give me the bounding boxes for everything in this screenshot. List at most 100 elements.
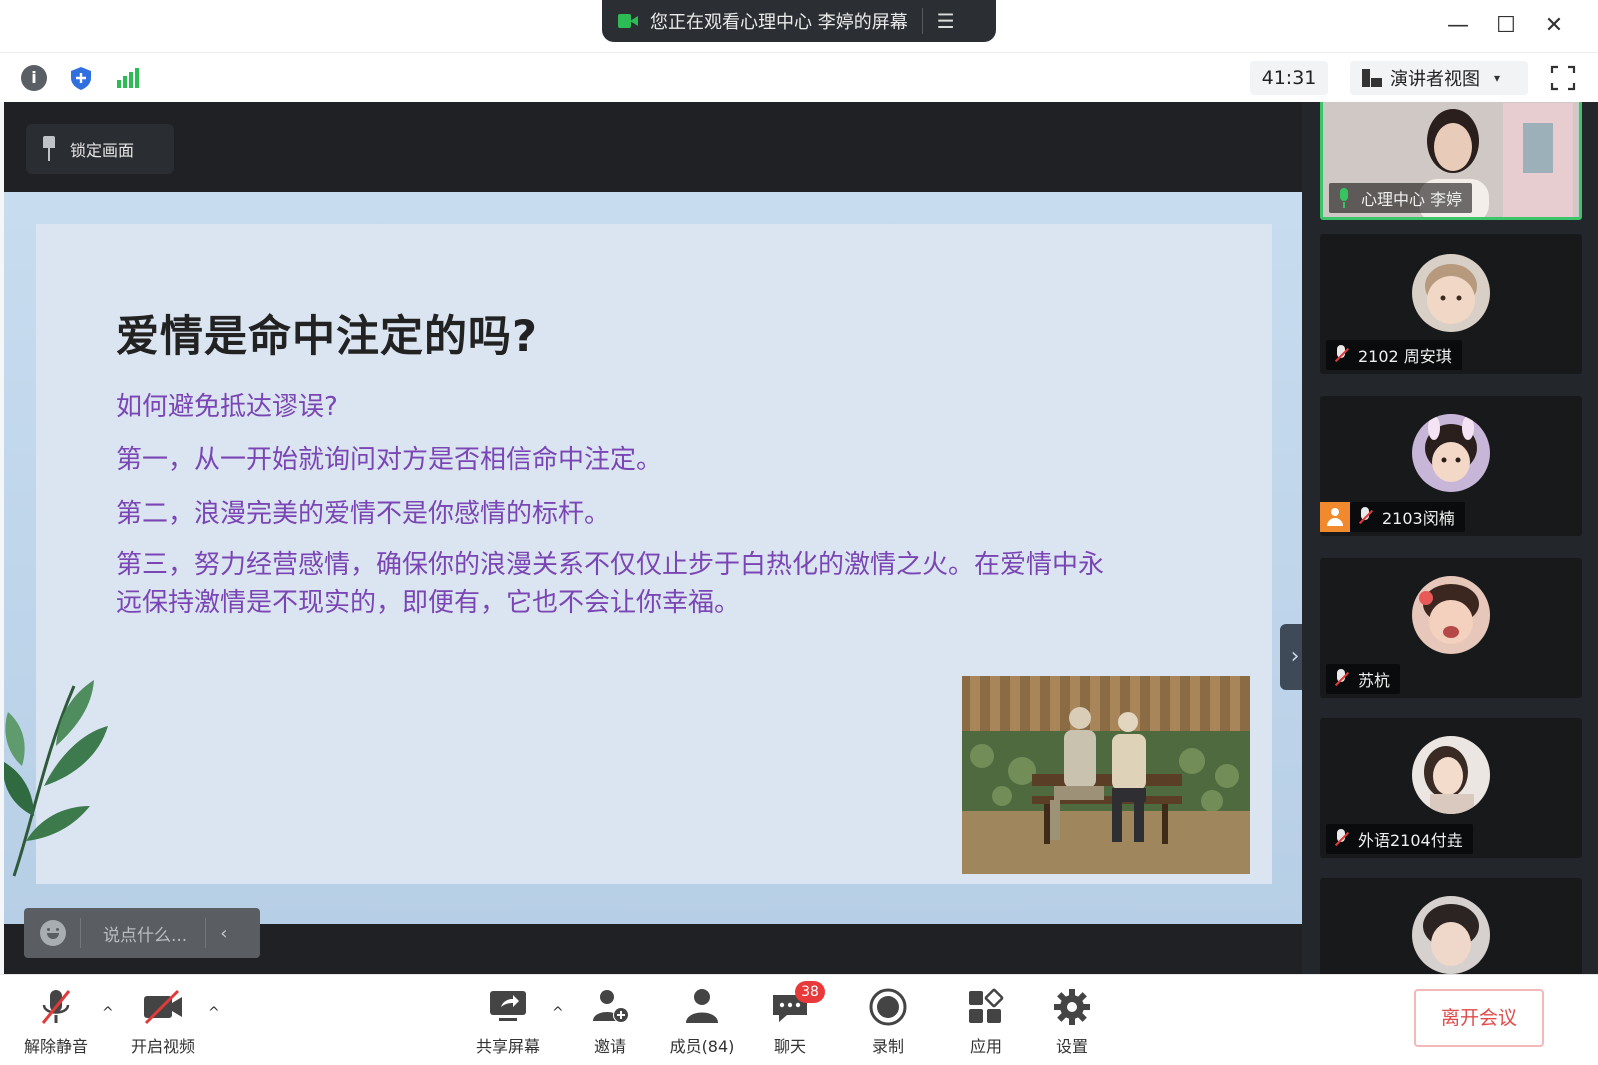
participant-name: 苏杭 <box>1358 671 1391 690</box>
members-button[interactable]: 成员(84) <box>664 987 740 1057</box>
invite-label: 邀请 <box>593 1037 626 1056</box>
participant-name: 2102 周安琪 <box>1358 347 1452 366</box>
fullscreen-icon[interactable] <box>1550 65 1576 91</box>
chat-quick-input[interactable]: 说点什么... ‹ <box>24 908 260 958</box>
camera-icon <box>618 13 638 29</box>
microphone-on-icon <box>1337 188 1351 208</box>
presentation-slide: 爱情是命中注定的吗? 如何避免抵达谬误? 第一，从一开始就询问对方是否相信命中注… <box>4 192 1302 924</box>
apps-label: 应用 <box>969 1037 1002 1056</box>
speaker-view-icon <box>1362 69 1382 87</box>
share-banner-text: 您正在观看心理中心 李婷的屏幕 <box>650 12 908 33</box>
lock-view-button[interactable]: 锁定画面 <box>26 124 174 174</box>
minimize-button[interactable]: — <box>1442 10 1474 42</box>
lock-view-label: 锁定画面 <box>70 141 135 160</box>
settings-button[interactable]: 设置 <box>1048 987 1096 1057</box>
screen-share-banner[interactable]: 您正在观看心理中心 李婷的屏幕 ☰ <box>602 0 996 42</box>
participant-tile[interactable]: 2103闵楠 <box>1320 396 1582 536</box>
apps-icon <box>965 987 1007 1027</box>
microphone-muted-icon <box>1334 345 1348 365</box>
unmute-button[interactable]: 解除静音 <box>20 987 92 1057</box>
participant-avatar <box>1412 896 1490 974</box>
apps-button[interactable]: 应用 <box>962 987 1010 1057</box>
share-options-chevron-icon[interactable]: ^ <box>552 1005 564 1021</box>
chevron-left-icon[interactable]: ‹ <box>220 923 227 944</box>
microphone-muted-icon <box>1334 669 1348 689</box>
elderly-couple-photo <box>962 676 1250 874</box>
video-options-chevron-icon[interactable]: ^ <box>208 1005 220 1021</box>
meeting-timer: 41:31 <box>1250 61 1328 95</box>
meeting-info-bar: i 41:31 演讲者视图 ▾ <box>0 52 1598 102</box>
participant-panel[interactable]: 心理中心 李婷 2102 周安琪 2103闵楠 苏杭 外语2104付垚 <box>1302 102 1598 974</box>
gear-icon <box>1051 987 1093 1027</box>
invite-button[interactable]: 邀请 <box>586 987 634 1057</box>
chat-input-divider <box>80 918 81 948</box>
share-screen-icon <box>487 987 529 1027</box>
participant-avatar <box>1412 414 1490 492</box>
chat-icon: 38 <box>769 981 825 1027</box>
participant-avatar <box>1412 576 1490 654</box>
pin-icon <box>42 136 56 162</box>
signal-strength-icon[interactable] <box>114 65 140 91</box>
participant-avatar <box>1412 736 1490 814</box>
record-label: 录制 <box>871 1037 904 1056</box>
unmute-label: 解除静音 <box>23 1037 88 1056</box>
participant-nameplate: 2102 周安琪 <box>1326 340 1462 370</box>
bottom-toolbar: 解除静音 ^ 开启视频 ^ 共享屏幕 ^ 邀请 成员(84) 38 聊天 录制 … <box>0 974 1598 1065</box>
close-button[interactable]: ✕ <box>1538 10 1570 42</box>
slide-title: 爱情是命中注定的吗? <box>116 312 538 362</box>
video-off-icon <box>142 987 184 1027</box>
view-mode-dropdown[interactable]: 演讲者视图 ▾ <box>1350 61 1528 95</box>
participant-tile[interactable]: 心理中心 李婷 <box>1320 102 1582 220</box>
members-label: 成员(84) <box>669 1037 735 1056</box>
slide-body: 如何避免抵达谬误? 第一，从一开始就询问对方是否相信命中注定。 第二，浪漫完美的… <box>116 387 1126 635</box>
audio-options-chevron-icon[interactable]: ^ <box>102 1005 114 1021</box>
slide-line: 第三，努力经营感情，确保你的浪漫关系不仅仅止步于白热化的激情之火。在爱情中永远保… <box>116 549 1105 618</box>
start-video-button[interactable]: 开启视频 <box>126 987 200 1057</box>
slide-line: 第二，浪漫完美的爱情不是你感情的标杆。 <box>116 498 611 529</box>
info-icon[interactable]: i <box>21 65 47 91</box>
leave-meeting-button[interactable]: 离开会议 <box>1414 989 1544 1047</box>
microphone-muted-icon <box>35 987 77 1027</box>
participant-nameplate: 心理中心 李婷 <box>1329 183 1473 213</box>
participant-name: 2103闵楠 <box>1382 509 1455 528</box>
microphone-muted-icon <box>1334 829 1348 849</box>
share-screen-button[interactable]: 共享屏幕 <box>470 987 546 1057</box>
invite-user-icon <box>589 987 631 1027</box>
participant-name: 外语2104付垚 <box>1358 831 1463 850</box>
chat-label: 聊天 <box>773 1037 806 1056</box>
members-icon <box>681 987 723 1027</box>
title-bar: 您正在观看心理中心 李婷的屏幕 ☰ — ☐ ✕ <box>0 0 1598 52</box>
security-shield-icon[interactable] <box>68 65 94 91</box>
share-screen-label: 共享屏幕 <box>475 1037 540 1056</box>
participant-nameplate: 2103闵楠 <box>1320 502 1465 532</box>
participant-tile[interactable]: 2102 周安琪 <box>1320 234 1582 374</box>
slide-line: 第一，从一开始就询问对方是否相信命中注定。 <box>116 445 663 476</box>
host-avatar-icon <box>1320 502 1350 532</box>
record-icon <box>867 987 909 1027</box>
menu-icon[interactable]: ☰ <box>937 9 955 33</box>
participant-tile[interactable] <box>1320 878 1582 974</box>
chat-button[interactable]: 38 聊天 <box>766 981 825 1057</box>
start-video-label: 开启视频 <box>130 1037 195 1056</box>
participant-nameplate: 苏杭 <box>1326 664 1401 694</box>
shared-screen-stage: 锁定画面 爱情是命中注定的吗? 如何避免抵达谬误? 第一，从一开始就询问对方是否… <box>4 102 1310 974</box>
banner-divider <box>921 8 923 34</box>
slide-line: 如何避免抵达谬误? <box>116 392 338 422</box>
leaf-decoration-icon <box>4 680 108 877</box>
emoji-icon[interactable] <box>40 920 66 946</box>
participant-tile[interactable]: 苏杭 <box>1320 558 1582 698</box>
view-mode-label: 演讲者视图 <box>1390 69 1480 90</box>
record-button[interactable]: 录制 <box>864 987 912 1057</box>
participant-nameplate: 外语2104付垚 <box>1326 824 1473 854</box>
chat-input-divider <box>205 918 207 948</box>
chat-unread-badge: 38 <box>795 981 825 1003</box>
participant-avatar <box>1412 254 1490 332</box>
participant-tile[interactable]: 外语2104付垚 <box>1320 718 1582 858</box>
chat-placeholder: 说点什么... <box>103 925 188 946</box>
chevron-down-icon: ▾ <box>1494 71 1501 85</box>
meeting-window: 您正在观看心理中心 李婷的屏幕 ☰ — ☐ ✕ i 41:31 演讲者视图 ▾ … <box>0 0 1598 1065</box>
participant-name: 心理中心 李婷 <box>1361 190 1463 209</box>
maximize-button[interactable]: ☐ <box>1490 10 1522 42</box>
settings-label: 设置 <box>1055 1037 1088 1056</box>
microphone-muted-icon <box>1358 507 1372 527</box>
